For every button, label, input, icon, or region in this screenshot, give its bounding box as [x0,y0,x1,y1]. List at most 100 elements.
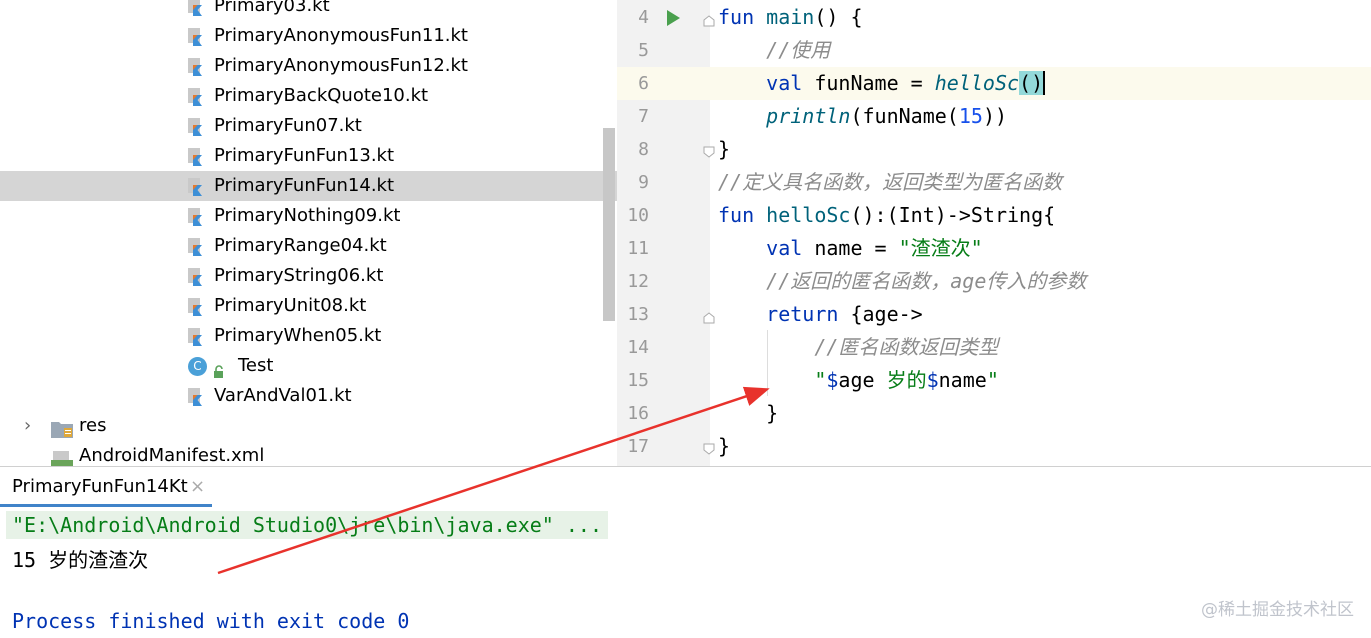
string-literal: 岁的 [874,368,927,392]
code-editor[interactable]: 4 fun main() { 5 //使用 6 val funName = he… [617,0,1371,466]
code-line-13[interactable]: 13 return {age-> [617,298,1371,331]
tree-item-label: PrimaryUnit08.kt [214,295,367,316]
tree-item-label: PrimaryAnonymousFun12.kt [214,55,468,76]
code-text: } [718,434,731,458]
code-line-14[interactable]: 14 //匿名函数返回类型 [617,331,1371,364]
code-line-7[interactable]: 7 println(funName(15)) [617,100,1371,133]
kotlin-file-icon [188,0,206,16]
line-number: 6 [638,73,649,94]
fold-icon[interactable] [703,440,715,455]
code-text: name = [802,236,899,260]
keyword: fun [718,203,755,227]
function-call: helloSc [934,71,1020,95]
line-number: 17 [627,436,649,457]
template-variable: name [938,368,987,392]
string-quote: " [986,368,999,392]
code-line-10[interactable]: 10 fun helloSc():(Int)->String{ [617,199,1371,232]
fold-icon[interactable] [703,143,715,158]
code-text: (funName( [850,104,959,128]
watermark: @稀土掘金技术社区 [1201,600,1354,620]
kotlin-file-icon [188,237,206,256]
code-line-16[interactable]: 16 } [617,397,1371,430]
keyword: val [766,236,803,260]
console-exit-line: Process finished with exit code 0 [12,609,410,633]
line-number: 5 [638,40,649,61]
tree-item-manifest[interactable]: MF AndroidManifest.xml [0,441,617,466]
code-line-5[interactable]: 5 //使用 [617,34,1371,67]
kotlin-file-icon [188,147,206,166]
tree-item-label: PrimaryBackQuote10.kt [214,85,429,106]
code-line-6[interactable]: 6 val funName = helloSc() [617,67,1371,100]
line-number: 11 [627,238,649,259]
run-tab-primaryfunfun14kt[interactable]: PrimaryFunFun14Kt × [0,467,212,507]
code-line-11[interactable]: 11 val name = "渣渣次" [617,232,1371,265]
comment: //匿名函数返回类型 [814,335,999,359]
kotlin-file-icon [188,297,206,316]
kotlin-file-icon [188,267,206,286]
tree-item-kotlin-file[interactable]: PrimaryAnonymousFun11.kt [0,21,617,51]
tree-item-label: AndroidManifest.xml [79,445,265,466]
function-name: main [766,5,815,29]
tree-item-test[interactable]: C Test [0,351,617,381]
code-line-8[interactable]: 8 } [617,133,1371,166]
code-text: () { [814,5,863,29]
run-panel: PrimaryFunFun14Kt × "E:\Android\Android … [0,466,1371,638]
chevron-right-icon[interactable]: › [24,411,31,441]
tree-item-kotlin-file[interactable]: Primary03.kt [0,0,617,21]
string-literal: "渣渣次" [898,236,983,260]
keyword: return [766,302,839,326]
tree-scrollbar[interactable] [603,128,615,321]
line-number: 15 [627,370,649,391]
tree-item-label: PrimaryFun07.kt [214,115,362,136]
tree-item-kotlin-file[interactable]: PrimaryFunFun13.kt [0,141,617,171]
tree-item-kotlin-file[interactable]: PrimaryFun07.kt [0,111,617,141]
tree-item-kotlin-file[interactable]: PrimaryWhen05.kt [0,321,617,351]
close-icon[interactable]: × [190,476,205,497]
tree-item-kotlin-file[interactable]: PrimaryString06.kt [0,261,617,291]
kotlin-file-icon [188,177,206,196]
code-line-15[interactable]: 15 "$age 岁的$name" [617,364,1371,397]
code-line-17[interactable]: 17 } [617,430,1371,463]
indent-guide [767,330,768,396]
tree-item-varandval[interactable]: VarAndVal01.kt [0,381,617,411]
kotlin-file-icon [188,207,206,226]
code-text: ():(Int)->String{ [850,203,1056,227]
code-line-9[interactable]: 9 //定义具名函数，返回类型为匿名函数 [617,166,1371,199]
tree-item-kotlin-file[interactable]: PrimaryBackQuote10.kt [0,81,617,111]
console-output-line: 15 岁的渣渣次 [12,548,149,572]
line-number: 4 [638,7,649,28]
tree-item-label: VarAndVal01.kt [214,385,352,406]
matched-parens: () [1019,71,1044,95]
code-text: } [766,401,779,425]
comment: //返回的匿名函数，age传入的参数 [766,269,1087,293]
unlock-icon [212,359,226,378]
tree-item-label: Test [238,355,274,376]
tree-item-res[interactable]: › res [0,411,617,441]
text-caret [1043,71,1046,95]
tree-item-label: PrimaryWhen05.kt [214,325,382,346]
tree-item-kotlin-file[interactable]: PrimaryRange04.kt [0,231,617,261]
string-quote: " [814,368,827,392]
kotlin-file-icon [188,27,206,46]
tree-item-label: PrimaryNothing09.kt [214,205,401,226]
code-line-4[interactable]: 4 fun main() { [617,1,1371,34]
comment: //使用 [766,38,831,62]
tree-item-kotlin-file[interactable]: PrimaryNothing09.kt [0,201,617,231]
function-name: helloSc [766,203,851,227]
tree-item-label: PrimaryAnonymousFun11.kt [214,25,468,46]
run-tab-bar: PrimaryFunFun14Kt × [0,467,1371,507]
code-text: funName = [802,71,935,95]
tree-item-kotlin-file[interactable]: PrimaryFunFun14.kt [0,171,617,201]
line-number: 9 [638,172,649,193]
fold-icon[interactable] [703,12,715,27]
code-line-12[interactable]: 12 //返回的匿名函数，age传入的参数 [617,265,1371,298]
tree-item-label: res [79,415,107,436]
tree-item-kotlin-file[interactable]: PrimaryUnit08.kt [0,291,617,321]
run-icon[interactable] [667,10,680,26]
kotlin-file-icon [188,87,206,106]
active-tab-indicator [0,504,212,507]
tree-item-kotlin-file[interactable]: PrimaryAnonymousFun12.kt [0,51,617,81]
fold-icon[interactable] [703,309,715,324]
folder-icon [51,418,73,438]
code-text: )) [982,104,1008,128]
